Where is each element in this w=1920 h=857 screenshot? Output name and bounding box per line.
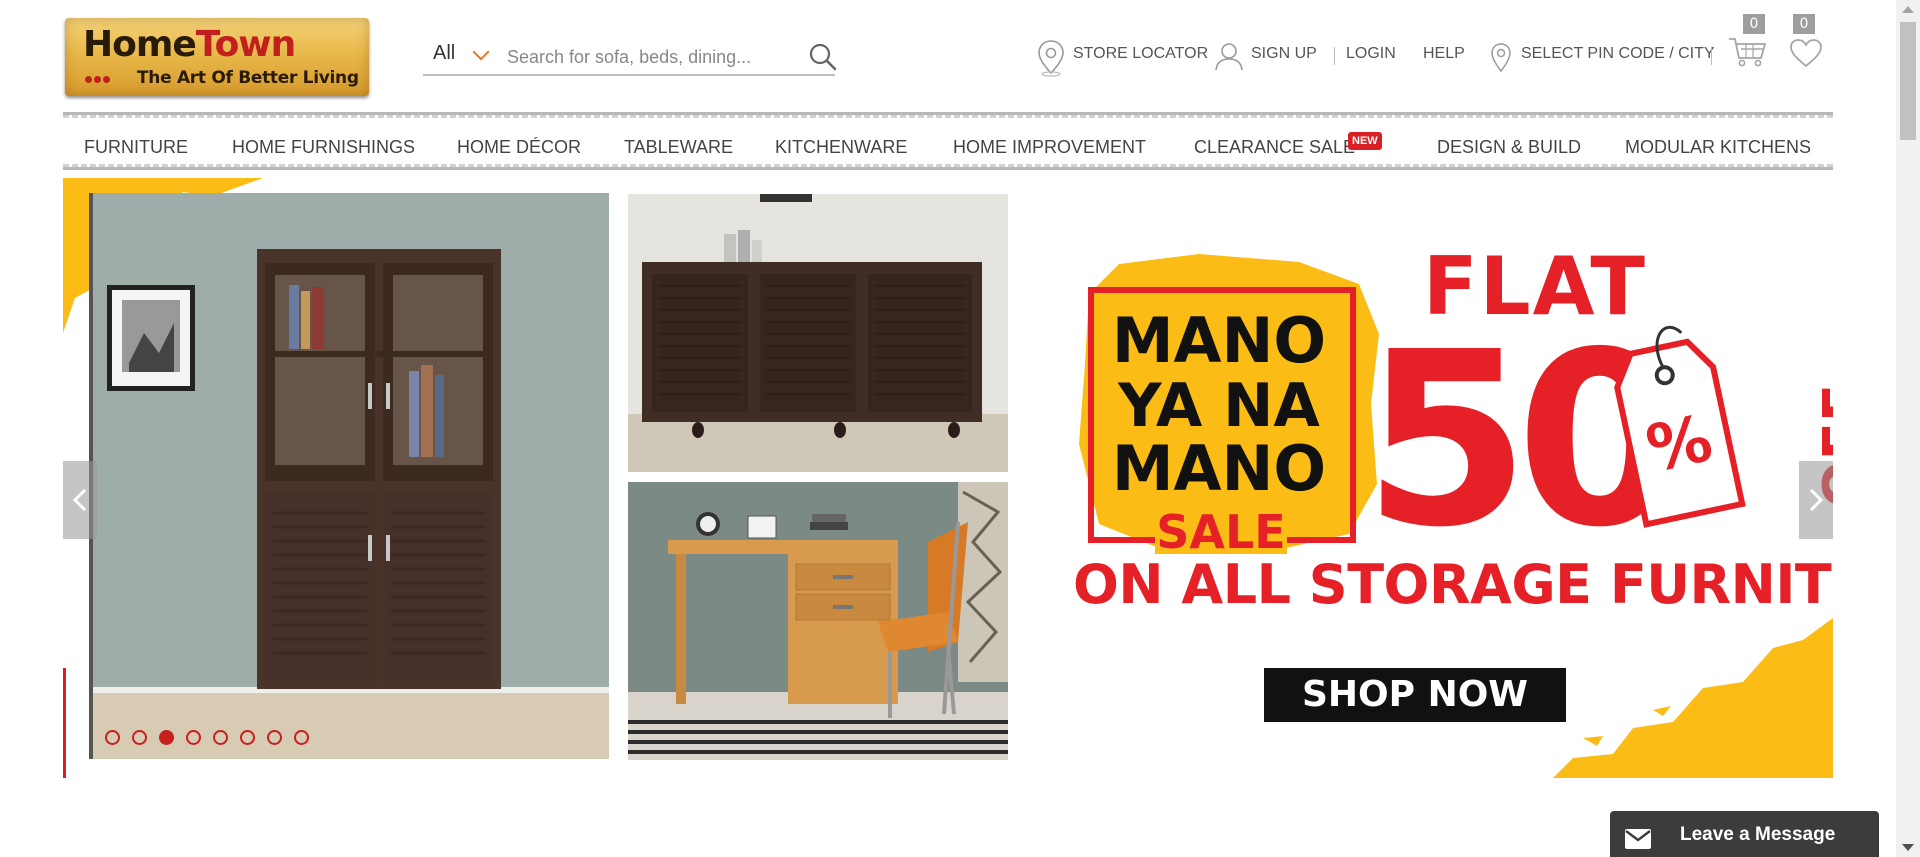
- nav-modular-kitchens[interactable]: MODULAR KITCHENS: [1625, 137, 1811, 158]
- nav-home-decor[interactable]: HOME DÉCOR: [457, 137, 581, 158]
- login-link[interactable]: LOGIN: [1346, 45, 1396, 63]
- help-link[interactable]: HELP: [1423, 45, 1465, 63]
- logo-word-town: Town: [195, 24, 296, 65]
- slider-dot-3[interactable]: [159, 730, 174, 745]
- shoe-cabinet-image: [628, 194, 1008, 472]
- scroll-thumb[interactable]: [1900, 22, 1916, 140]
- search-input[interactable]: [507, 44, 777, 70]
- mano-text-1: MANO: [1112, 304, 1326, 377]
- user-icon: [1214, 41, 1244, 71]
- chevron-right-icon: [1809, 488, 1824, 512]
- leave-message-widget[interactable]: Leave a Message: [1610, 811, 1879, 857]
- store-locator-link[interactable]: STORE LOCATOR: [1073, 45, 1208, 63]
- logo-dots: [85, 70, 129, 84]
- scroll-down-arrow[interactable]: [1902, 844, 1914, 851]
- fifty-percent-off-graphic: 50 % OFF *: [1363, 318, 1833, 538]
- sale-text: SALE: [1156, 505, 1285, 554]
- slider-next-button[interactable]: [1799, 461, 1833, 539]
- nav-furniture[interactable]: FURNITURE: [84, 137, 188, 158]
- heart-icon[interactable]: [1789, 38, 1823, 68]
- offer-description: ON ALL STORAGE FURNITURE: [1073, 553, 1833, 616]
- nav-home-furnishings[interactable]: HOME FURNISHINGS: [232, 137, 415, 158]
- nav-kitchenware[interactable]: KITCHENWARE: [775, 137, 907, 158]
- hero-banner[interactable]: MANO YA NA MANO SALE FLAT 50 % OFF * ON …: [63, 178, 1833, 778]
- slider-dot-8[interactable]: [294, 730, 309, 745]
- shop-now-button[interactable]: SHOP NOW: [1264, 668, 1566, 722]
- slider-prev-button[interactable]: [63, 461, 97, 539]
- nav-design-build[interactable]: DESIGN & BUILD: [1437, 137, 1581, 158]
- slider-dot-1[interactable]: [105, 730, 120, 745]
- divider: [1334, 47, 1335, 65]
- slider-dot-7[interactable]: [267, 730, 282, 745]
- search-category-select[interactable]: All: [433, 42, 455, 65]
- cart-count-badge: 0: [1743, 14, 1765, 34]
- select-pincode-link[interactable]: SELECT PIN CODE / CITY: [1521, 45, 1715, 63]
- site-header: HomeTown The Art Of Better Living All ST…: [0, 0, 1896, 112]
- mano-text-2: MANO: [1112, 432, 1326, 505]
- search-icon[interactable]: [808, 42, 838, 72]
- location-pin-icon: [1037, 39, 1067, 77]
- ya-na-text: YA NA: [1117, 371, 1320, 441]
- nav-tableware[interactable]: TABLEWARE: [624, 137, 733, 158]
- red-accent-edge: [63, 668, 66, 778]
- logo-word-home: Home: [83, 24, 197, 65]
- chevron-left-icon: [72, 488, 87, 512]
- slider-dot-6[interactable]: [240, 730, 255, 745]
- logo-tagline: The Art Of Better Living: [137, 68, 359, 88]
- slider-dot-2[interactable]: [132, 730, 147, 745]
- hometown-logo[interactable]: HomeTown The Art Of Better Living: [65, 18, 369, 96]
- slider-dot-4[interactable]: [186, 730, 201, 745]
- cart-icon[interactable]: [1727, 36, 1767, 68]
- page: HomeTown The Art Of Better Living All ST…: [0, 0, 1920, 857]
- divider: [1711, 47, 1712, 65]
- main-nav: FURNITURE HOME FURNISHINGS HOME DÉCOR TA…: [63, 112, 1833, 170]
- chat-label: Leave a Message: [1680, 824, 1836, 845]
- mano-ya-na-mano-sale-logo: MANO YA NA MANO SALE: [1079, 254, 1379, 554]
- chevron-down-icon[interactable]: [472, 43, 490, 61]
- sign-up-link[interactable]: SIGN UP: [1251, 45, 1317, 63]
- study-desk-image: [628, 482, 1008, 760]
- new-badge: NEW: [1348, 132, 1382, 150]
- slider-dot-5[interactable]: [213, 730, 228, 745]
- page-scrollbar[interactable]: [1896, 0, 1920, 857]
- nav-home-improvement[interactable]: HOME IMPROVEMENT: [953, 137, 1146, 158]
- nav-clearance-sale[interactable]: CLEARANCE SALE: [1194, 137, 1355, 158]
- pincode-pin-icon: [1490, 42, 1512, 74]
- mail-icon: [1625, 829, 1651, 849]
- logo-wordmark: HomeTown: [83, 24, 296, 65]
- yellow-brush-splash-bottom: [1553, 618, 1833, 778]
- search-bar: All: [423, 38, 838, 76]
- wishlist-count-badge: 0: [1793, 14, 1815, 34]
- scroll-up-arrow[interactable]: [1902, 6, 1914, 13]
- bookcase-cabinet-image: [89, 193, 609, 759]
